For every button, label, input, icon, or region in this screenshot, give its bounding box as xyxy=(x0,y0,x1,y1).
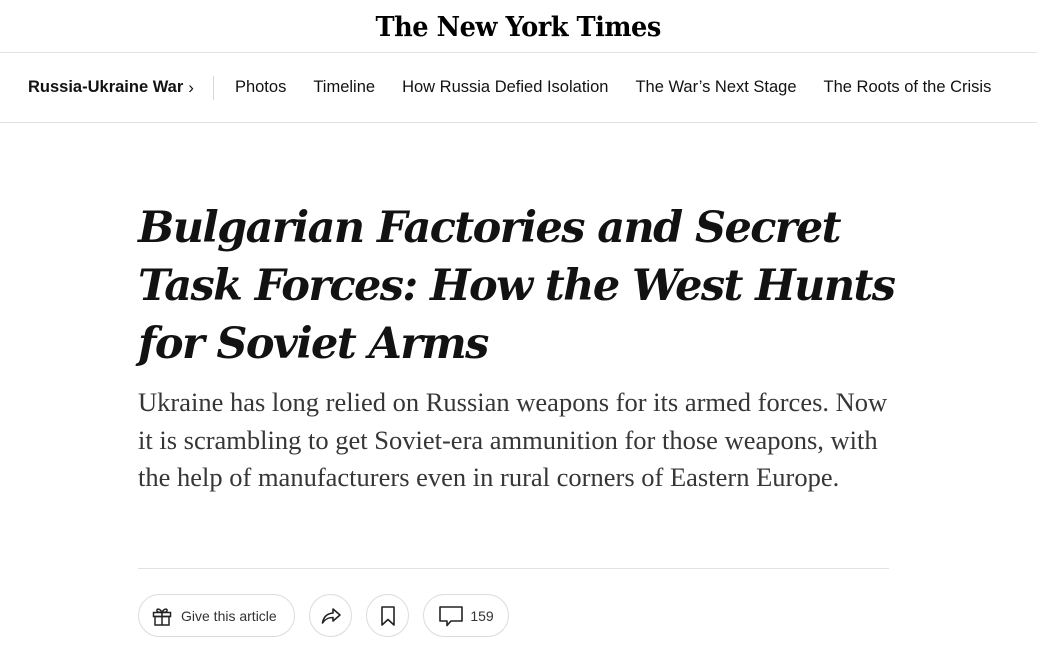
nyt-logo[interactable]: The New York Times xyxy=(376,14,662,41)
section-nav: Russia-Ukraine War › Photos Timeline How… xyxy=(0,53,1037,123)
divider xyxy=(138,568,889,569)
nav-link-wars-next-stage[interactable]: The War’s Next Stage xyxy=(635,78,796,97)
bookmark-icon xyxy=(379,605,397,627)
article-summary: Ukraine has long relied on Russian weapo… xyxy=(138,387,888,492)
nav-section-russia-ukraine-war[interactable]: Russia-Ukraine War › xyxy=(28,78,194,98)
nav-divider xyxy=(212,75,214,100)
give-article-label: Give this article xyxy=(181,607,277,624)
comment-count: 159 xyxy=(470,607,494,624)
comment-icon xyxy=(438,605,464,627)
nav-links: Photos Timeline How Russia Defied Isolat… xyxy=(235,78,1018,97)
share-icon xyxy=(320,605,342,627)
chevron-right-icon: › xyxy=(188,77,194,97)
article-headline: Bulgarian Factories and Secret Task Forc… xyxy=(138,203,896,369)
nav-link-photos[interactable]: Photos xyxy=(235,78,286,97)
share-button[interactable] xyxy=(309,594,352,637)
nav-link-how-russia-defied-isolation[interactable]: How Russia Defied Isolation xyxy=(402,78,608,97)
article-actions: Give this article 159 xyxy=(138,594,523,637)
gift-icon xyxy=(151,605,173,627)
save-button[interactable] xyxy=(366,594,409,637)
nav-link-timeline[interactable]: Timeline xyxy=(313,78,375,97)
give-article-button[interactable]: Give this article xyxy=(138,594,295,637)
nav-section-label: Russia-Ukraine War xyxy=(28,78,184,96)
nav-link-roots-of-the-crisis[interactable]: The Roots of the Crisis xyxy=(824,78,992,97)
masthead: The New York Times xyxy=(0,0,1037,53)
comments-button[interactable]: 159 xyxy=(423,594,509,637)
